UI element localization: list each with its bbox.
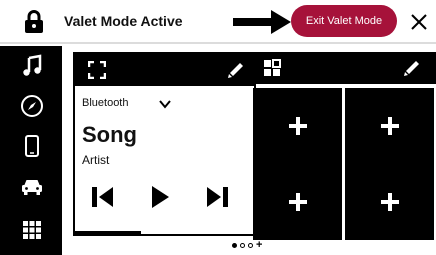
add-page-button[interactable]: +: [256, 240, 262, 251]
plus-icon: [288, 193, 307, 211]
shortcuts-widget-header: [253, 52, 436, 84]
next-track-icon[interactable]: [203, 184, 231, 210]
add-shortcut-tile[interactable]: [345, 88, 434, 164]
page-dot[interactable]: [248, 242, 253, 248]
exit-valet-mode-button[interactable]: Exit Valet Mode: [291, 5, 397, 37]
audio-source-label[interactable]: Bluetooth: [82, 97, 128, 109]
plus-icon: [288, 117, 307, 135]
close-icon[interactable]: [410, 13, 428, 31]
car-icon[interactable]: [20, 174, 44, 198]
add-shortcut-tile[interactable]: [253, 164, 342, 240]
page-indicator[interactable]: +: [232, 240, 262, 251]
compass-icon[interactable]: [20, 94, 44, 118]
song-title: Song: [82, 122, 137, 147]
play-icon[interactable]: [145, 184, 173, 210]
edit-pencil-icon[interactable]: [403, 59, 421, 77]
media-widget-header: [75, 54, 254, 86]
page-dot-active[interactable]: [232, 242, 237, 248]
top-bar: Valet Mode Active Exit Valet Mode: [0, 0, 436, 44]
music-note-icon[interactable]: [20, 54, 44, 78]
previous-track-icon[interactable]: [89, 184, 117, 210]
sidebar: [0, 46, 62, 255]
edit-pencil-icon[interactable]: [227, 61, 245, 79]
expand-icon[interactable]: [88, 61, 106, 79]
add-shortcut-tile[interactable]: [345, 164, 434, 240]
chevron-down-icon[interactable]: [159, 99, 171, 109]
plus-icon: [380, 117, 399, 135]
page-dot[interactable]: [240, 242, 245, 248]
phone-icon[interactable]: [20, 134, 44, 158]
arrow-right-icon: [233, 10, 291, 34]
widget-grid-icon: [264, 59, 281, 76]
lock-icon: [25, 10, 43, 33]
artist-name: Artist: [82, 153, 110, 167]
plus-icon: [380, 193, 399, 211]
page-title: Valet Mode Active: [64, 13, 183, 29]
media-widget[interactable]: Bluetooth Song Artist: [73, 52, 256, 236]
add-shortcut-tile[interactable]: [253, 88, 342, 164]
playback-progress-bar: [75, 231, 141, 234]
apps-grid-icon[interactable]: [20, 218, 44, 242]
home-content: Bluetooth Song Artist +: [62, 46, 436, 255]
